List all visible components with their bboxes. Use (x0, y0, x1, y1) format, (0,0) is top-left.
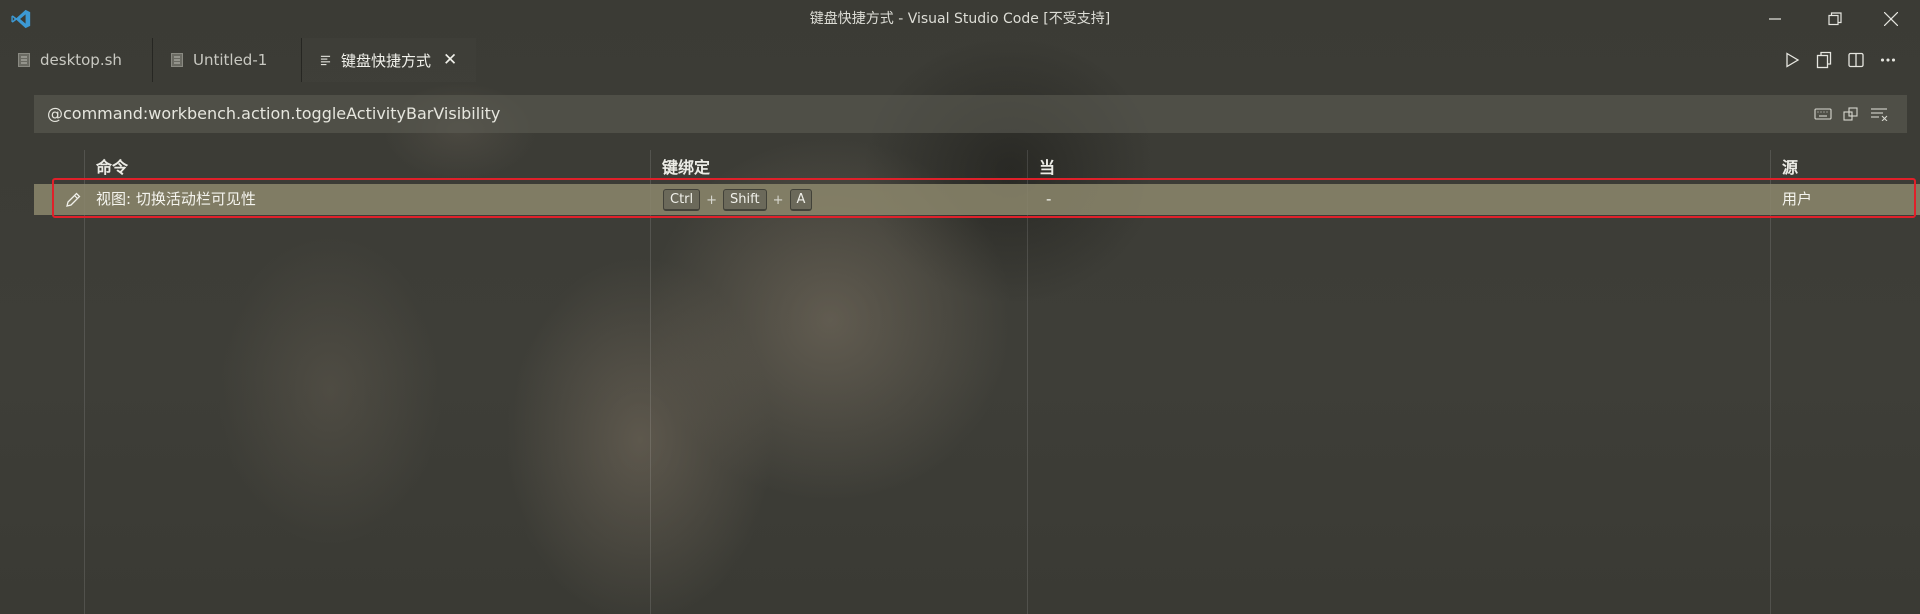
column-header-command[interactable]: 命令 (96, 154, 128, 178)
clear-search-button[interactable] (1865, 107, 1893, 121)
column-header-source[interactable]: 源 (1782, 154, 1798, 178)
close-tab-icon[interactable]: ✕ (443, 50, 457, 70)
search-value: @command:workbench.action.toggleActivity… (47, 104, 501, 123)
column-divider (84, 150, 85, 614)
close-window-button[interactable] (1868, 0, 1914, 38)
more-actions-button[interactable] (1872, 52, 1904, 68)
open-file-icon (1816, 51, 1832, 69)
minimize-icon (1769, 18, 1781, 20)
minimize-button[interactable] (1752, 0, 1798, 38)
tab-untitled-1[interactable]: Untitled-1 (153, 38, 301, 82)
background-wallpaper (0, 0, 1920, 614)
column-divider (650, 150, 651, 614)
tab-label: Untitled-1 (193, 51, 268, 69)
column-header-when[interactable]: 当 (1039, 154, 1055, 178)
keyboard-shortcuts-icon (320, 55, 331, 66)
tab-keyboard-shortcuts[interactable]: 键盘快捷方式 ✕ (302, 38, 476, 82)
file-icon (171, 53, 183, 67)
file-icon (18, 53, 30, 67)
keyboard-icon (1814, 108, 1832, 120)
highlight-box (52, 178, 1916, 218)
title-bar: 键盘快捷方式 - Visual Studio Code [不受支持] (0, 0, 1920, 38)
close-icon (1884, 12, 1898, 26)
more-icon (1880, 58, 1896, 62)
tab-label: 键盘快捷方式 (341, 51, 432, 70)
split-editor-icon (1848, 52, 1864, 68)
play-icon (1786, 52, 1800, 68)
tab-bar: desktop.sh Untitled-1 键盘快捷方式 ✕ (0, 38, 1920, 82)
tab-label: desktop.sh (40, 51, 122, 69)
sort-precedence-icon (1843, 107, 1858, 121)
record-keys-button[interactable] (1809, 107, 1837, 121)
keybindings-search-input[interactable]: @command:workbench.action.toggleActivity… (34, 95, 1907, 133)
restore-button[interactable] (1812, 0, 1858, 38)
column-divider (1770, 150, 1771, 614)
split-editor-button[interactable] (1840, 52, 1872, 68)
tab-desktop-sh[interactable]: desktop.sh (0, 38, 152, 82)
open-json-button[interactable] (1808, 51, 1840, 69)
search-actions (1809, 95, 1893, 133)
window-title: 键盘快捷方式 - Visual Studio Code [不受支持] (809, 11, 1111, 27)
restore-icon (1828, 12, 1842, 26)
column-divider (1027, 150, 1028, 614)
clear-filter-icon (1871, 108, 1888, 121)
editor-actions (1776, 38, 1904, 82)
column-header-keybinding[interactable]: 键绑定 (662, 154, 710, 178)
run-button[interactable] (1776, 52, 1808, 68)
sort-by-precedence-button[interactable] (1837, 106, 1865, 122)
